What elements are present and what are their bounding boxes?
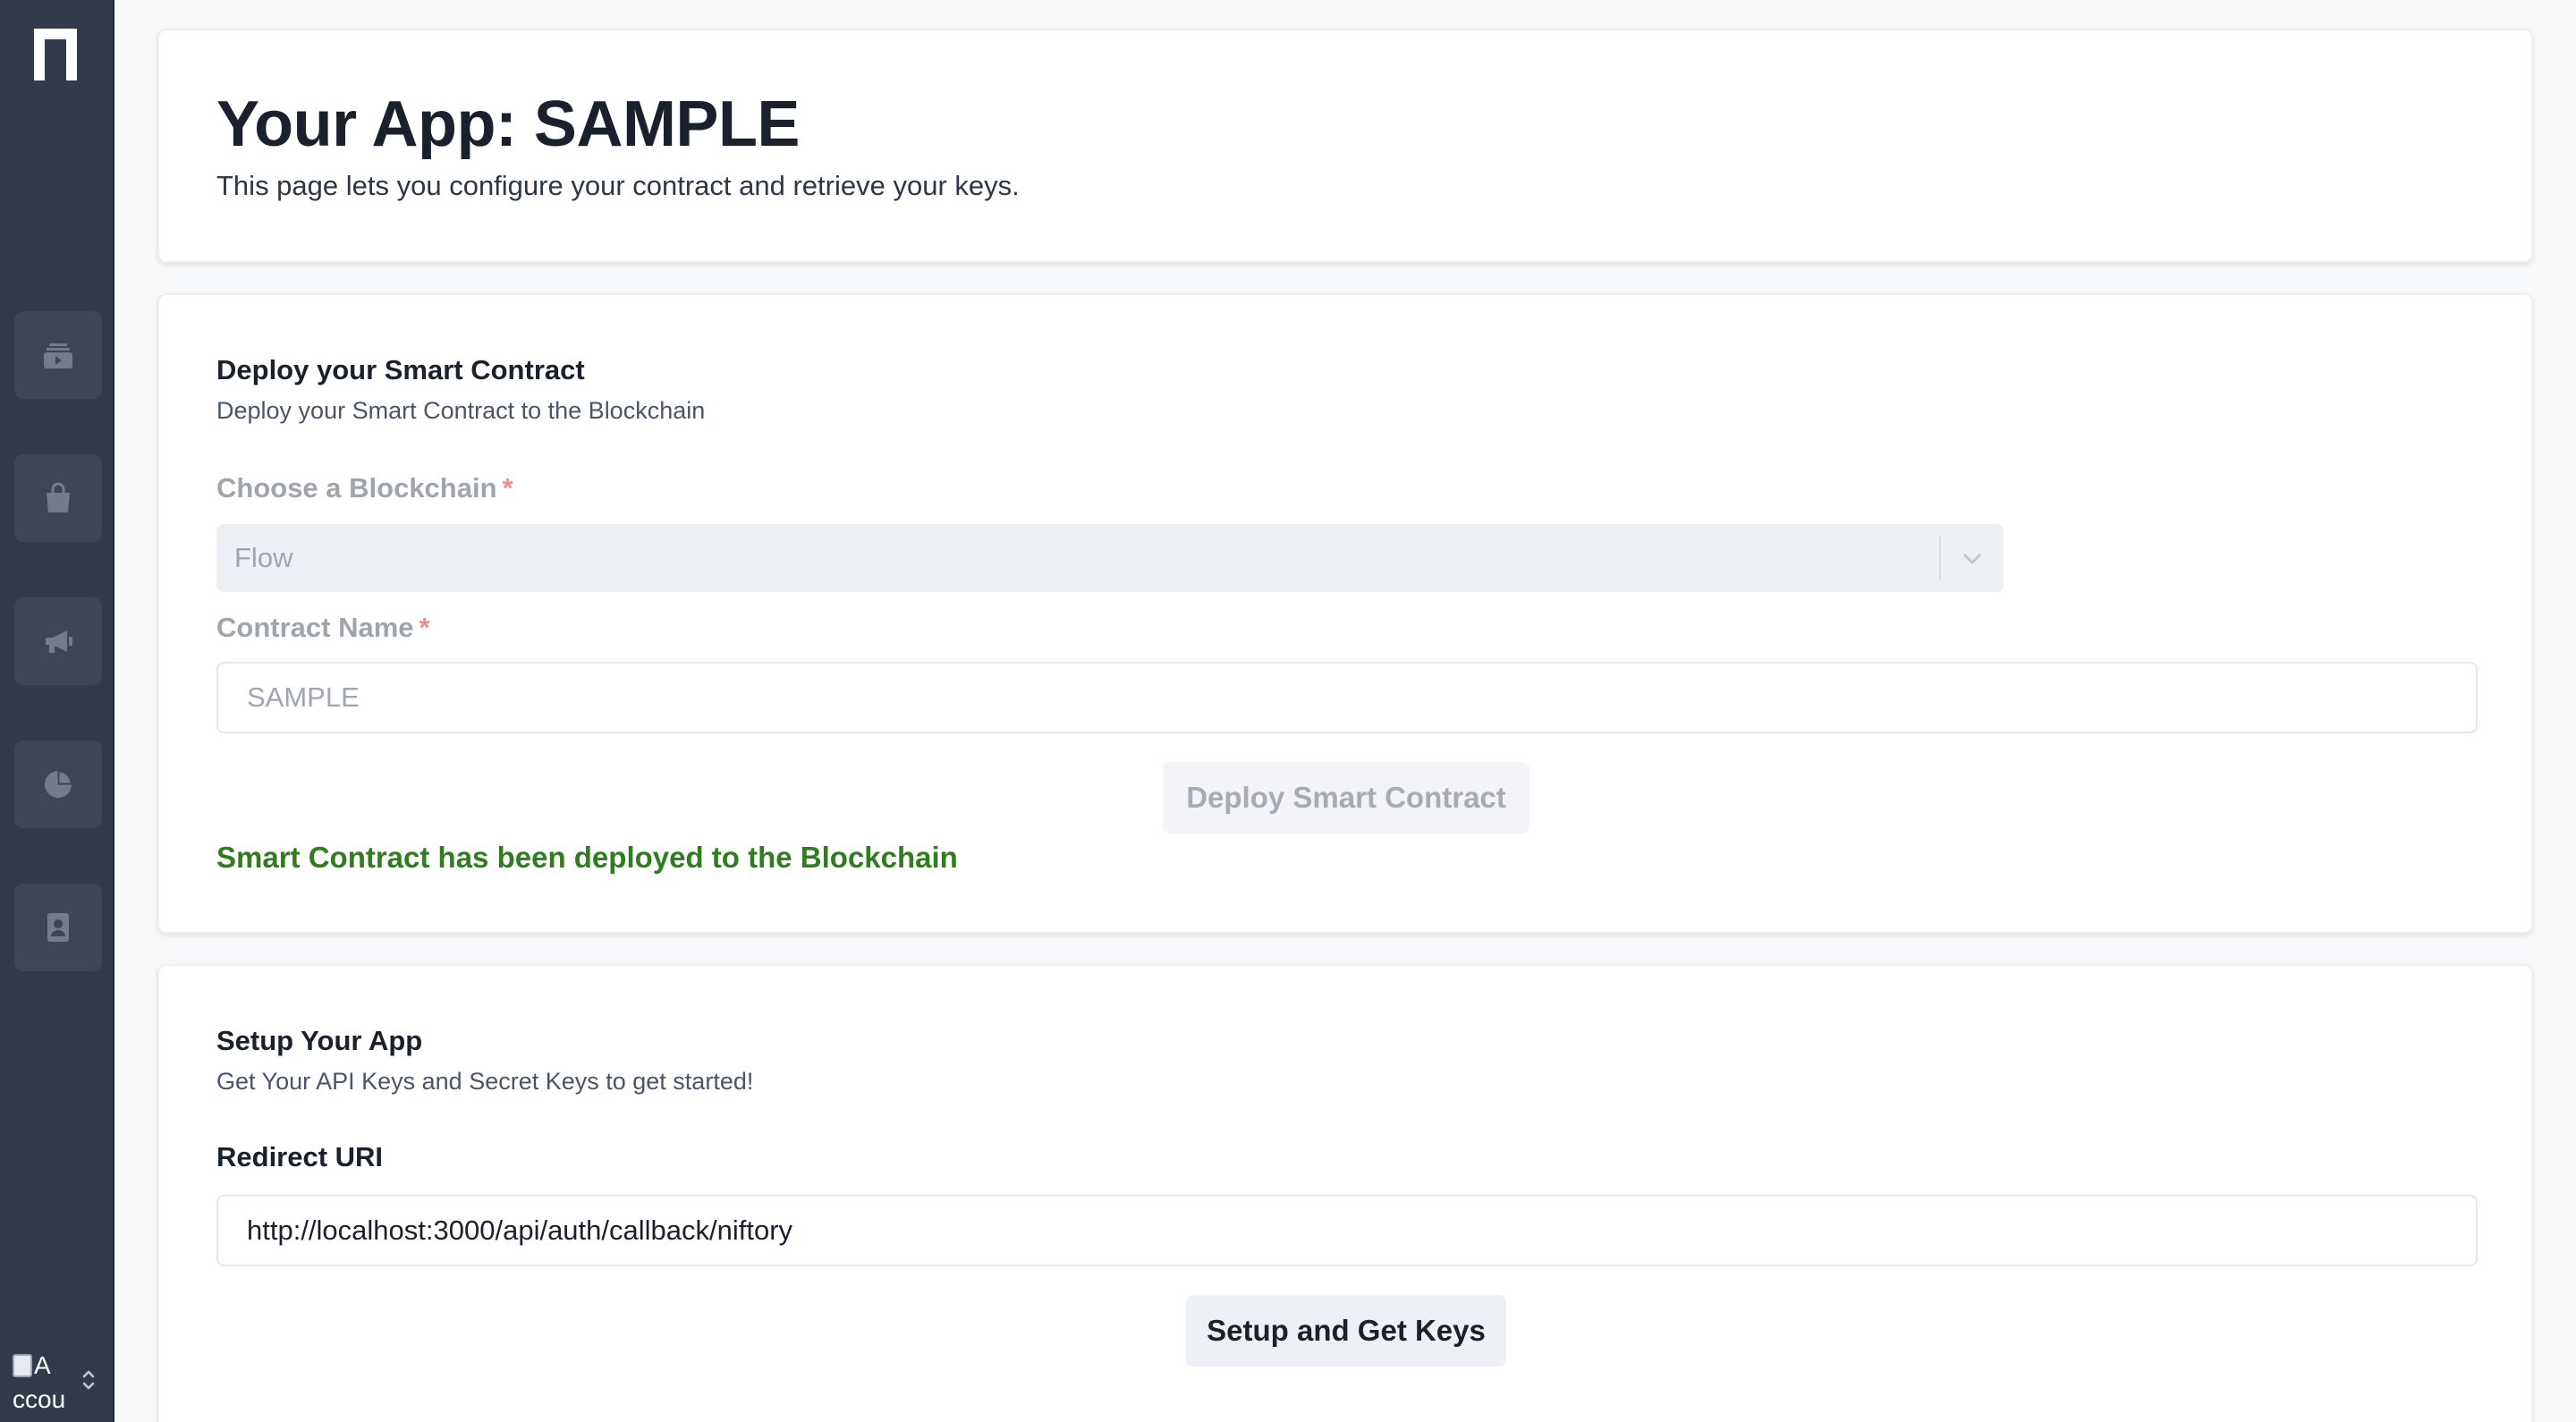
contract-name-input[interactable] (216, 662, 2478, 733)
blockchain-select[interactable]: Flow (216, 524, 2004, 592)
niftory-logo-icon[interactable] (30, 25, 80, 80)
id-badge-icon (47, 913, 69, 942)
deploy-contract-card: Deploy your Smart Contract Deploy your S… (157, 293, 2533, 934)
blockchain-select-value: Flow (234, 542, 293, 573)
section-description: Deploy your Smart Contract to the Blockc… (216, 397, 706, 424)
avatar-alt-text-continued: ccou (13, 1385, 66, 1413)
app-header-card: Your App: SAMPLE This page lets you conf… (157, 29, 2533, 263)
required-marker: * (502, 472, 513, 504)
nav-campaigns-button[interactable] (14, 597, 102, 685)
avatar-alt-text: A (34, 1351, 51, 1379)
required-marker: * (419, 612, 430, 643)
chevron-down-icon (1963, 554, 1981, 565)
account-avatar: A ccou (13, 1349, 75, 1417)
nav-collectibles-button[interactable] (14, 311, 102, 399)
nav-analytics-button[interactable] (14, 741, 102, 828)
chevron-up-down-icon[interactable] (79, 1367, 98, 1393)
shopping-bag-icon (47, 482, 70, 512)
setup-and-get-keys-button[interactable]: Setup and Get Keys (1186, 1295, 1506, 1367)
nav-store-button[interactable] (14, 454, 102, 542)
page-title: Your App: SAMPLE (216, 89, 800, 160)
select-separator (1939, 537, 1941, 580)
nav-account-button[interactable] (14, 884, 102, 971)
section-title: Deploy your Smart Contract (216, 354, 585, 385)
section-title: Setup Your App (216, 1025, 423, 1056)
ticket-icon (44, 343, 72, 368)
blockchain-label: Choose a Blockchain * (216, 472, 513, 504)
deploy-contract-button[interactable]: Deploy Smart Contract (1163, 762, 1530, 834)
section-description: Get Your API Keys and Secret Keys to get… (216, 1068, 754, 1095)
megaphone-icon (46, 631, 72, 653)
account-switcher[interactable]: A ccou (13, 1349, 102, 1422)
deploy-success-message: Smart Contract has been deployed to the … (216, 841, 958, 874)
broken-image-icon (13, 1354, 32, 1377)
setup-app-card: Setup Your App Get Your API Keys and Sec… (157, 964, 2533, 1422)
redirect-uri-input[interactable] (216, 1195, 2478, 1266)
page-subtitle: This page lets you configure your contra… (216, 170, 1020, 201)
pie-chart-icon (45, 770, 72, 798)
redirect-uri-label: Redirect URI (216, 1141, 384, 1172)
sidebar: A ccou (0, 0, 114, 1422)
contract-name-label: Contract Name * (216, 612, 430, 643)
